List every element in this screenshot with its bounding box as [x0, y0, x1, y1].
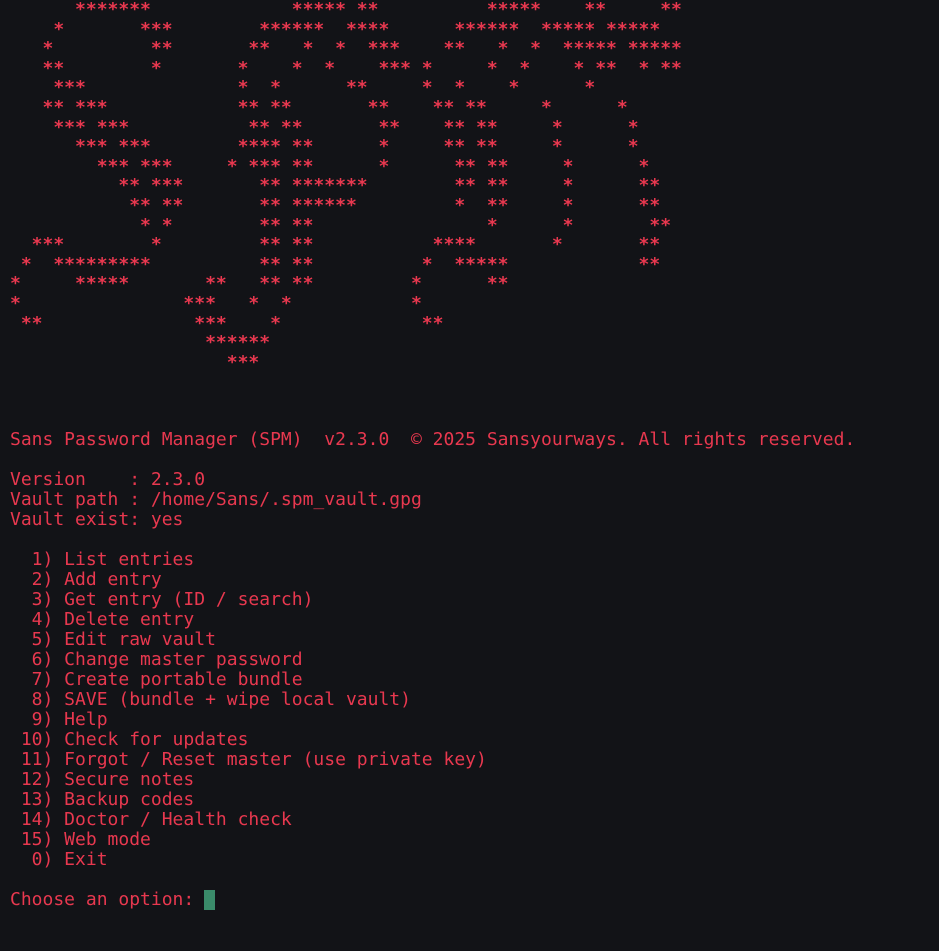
ascii-art-line: *** * * ** * * * *	[10, 77, 596, 99]
ascii-art-line: * *** ****** **** ****** ***** *****	[10, 18, 661, 40]
ascii-art-line: ** *** * **	[10, 312, 444, 334]
text-cursor[interactable]	[204, 890, 216, 910]
version-info: Version : 2.3.0	[10, 469, 206, 490]
prompt-label: Choose an option:	[10, 889, 195, 910]
menu-item-save: 8) SAVE (bundle + wipe local vault)	[10, 689, 411, 710]
ascii-art-line: ** * * * * *** * * * * ** * **	[10, 57, 682, 79]
main-menu: 1) List entries 2) Add entry 3) Get entr…	[10, 550, 855, 870]
menu-item-list-entries: 1) List entries	[10, 549, 195, 570]
ascii-art-line: ******	[10, 332, 271, 354]
ascii-art-line: * ********* ** ** * ***** **	[10, 253, 661, 275]
ascii-art-line: *** *** * *** ** * ** ** * *	[10, 155, 650, 177]
ascii-art-line: ** *** ** ** ** ** ** * *	[10, 96, 628, 118]
menu-item-secure-notes: 12) Secure notes	[10, 769, 195, 790]
menu-item-forgot-reset-master: 11) Forgot / Reset master (use private k…	[10, 749, 487, 770]
ascii-art-line: ** ** ** ****** * ** * **	[10, 194, 661, 216]
ascii-art-line: *** *** ** ** ** ** ** * *	[10, 116, 639, 138]
menu-item-backup-codes: 13) Backup codes	[10, 789, 195, 810]
ascii-art-line: * * ** ** * * **	[10, 214, 672, 236]
ascii-art-line: *** * ** ** **** * **	[10, 234, 661, 256]
menu-item-help: 9) Help	[10, 709, 108, 730]
menu-item-get-entry: 3) Get entry (ID / search)	[10, 589, 314, 610]
app-title: Sans Password Manager (SPM) v2.3.0 © 202…	[10, 429, 856, 450]
ascii-art-line: ***	[10, 351, 260, 373]
ascii-art-line: * ** ** * * *** ** * * ***** *****	[10, 38, 682, 60]
vault-exist-info: Vault exist: yes	[10, 509, 184, 530]
ascii-art-line: ** *** ** ******* ** ** * **	[10, 175, 661, 197]
ascii-art-logo: ******* ***** ** ***** ** ** * *** *****…	[10, 0, 682, 372]
menu-item-delete-entry: 4) Delete entry	[10, 609, 195, 630]
menu-item-change-master-password: 6) Change master password	[10, 649, 303, 670]
menu-item-create-portable-bundle: 7) Create portable bundle	[10, 669, 303, 690]
menu-item-web-mode: 15) Web mode	[10, 829, 151, 850]
terminal-window: ******* ***** ** ***** ** ** * *** *****…	[0, 0, 939, 951]
menu-item-doctor-health-check: 14) Doctor / Health check	[10, 809, 292, 830]
menu-item-exit: 0) Exit	[10, 849, 108, 870]
menu-item-add-entry: 2) Add entry	[10, 569, 162, 590]
ascii-art-line: * ***** ** ** ** * **	[10, 273, 509, 295]
vault-path-info: Vault path : /home/Sans/.spm_vault.gpg	[10, 489, 422, 510]
command-prompt[interactable]: Choose an option:	[10, 890, 855, 910]
ascii-art-line: * *** * * *	[10, 292, 422, 314]
ascii-art-line: ******* ***** ** ***** ** **	[10, 0, 682, 20]
terminal-output: Sans Password Manager (SPM) v2.3.0 © 202…	[10, 430, 855, 910]
menu-item-check-updates: 10) Check for updates	[10, 729, 249, 750]
ascii-art-line: *** *** **** ** * ** ** * *	[10, 136, 639, 158]
menu-item-edit-raw-vault: 5) Edit raw vault	[10, 629, 216, 650]
